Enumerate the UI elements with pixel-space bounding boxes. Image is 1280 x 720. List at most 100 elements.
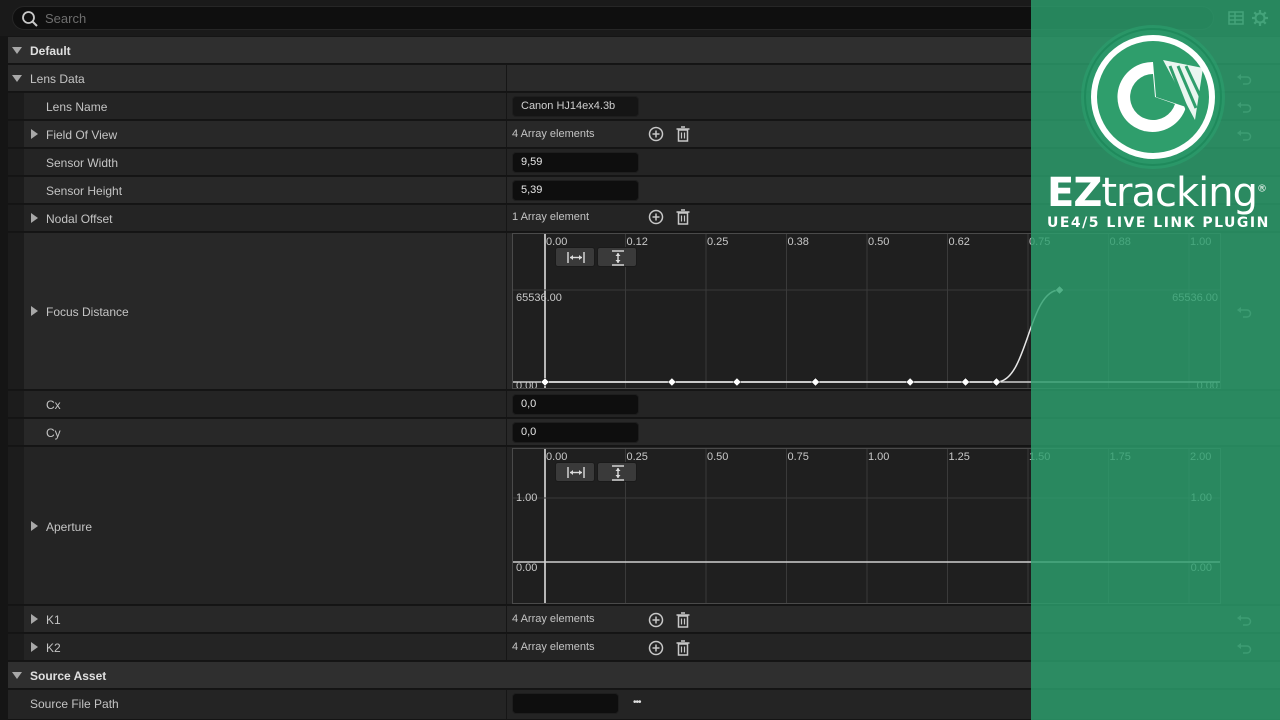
search-input[interactable] [45,9,1145,27]
fit-vertical-icon [612,465,624,481]
column-divider[interactable] [506,177,507,203]
array-count: 1 Array element [512,211,590,223]
curve-line [545,289,1060,383]
expand-arrow-icon[interactable] [31,614,38,624]
expand-arrow-icon[interactable] [31,521,38,531]
column-divider[interactable] [506,391,507,417]
indent-bar [8,233,24,389]
indent-bar [8,93,24,119]
property-label: Cx [46,398,61,412]
indent-bar [8,205,24,231]
property-label: Source File Path [30,697,119,711]
cy-field[interactable]: 0,0 [512,422,639,443]
array-count: 4 Array elements [512,128,595,140]
property-label: Cy [46,426,61,440]
x-tick-label: 0.75 [787,451,809,463]
indent-bar [8,149,24,175]
property-label: Field Of View [46,128,118,142]
property-label: Sensor Width [46,156,119,170]
curve-key[interactable] [905,377,915,387]
expand-arrow-icon[interactable] [31,129,38,139]
expand-arrow-icon[interactable] [31,642,38,652]
sensor-width-field[interactable]: 9,59 [512,152,639,173]
browse-button[interactable]: ••• [633,697,641,708]
brand-wordmark: EZtracking® [1047,170,1267,216]
fit-vertical-button[interactable] [597,247,637,267]
x-tick-label: 0.25 [707,236,729,248]
indent-bar [8,606,24,632]
collapse-arrow-icon[interactable] [12,672,22,679]
array-count: 4 Array elements [512,641,595,653]
ez-tracking-logo-icon [1081,25,1225,169]
curve-key[interactable] [540,377,550,387]
property-label: K1 [46,613,61,627]
category-label: Source Asset [30,669,107,683]
column-divider[interactable] [506,121,507,147]
fit-vertical-button[interactable] [597,462,637,482]
column-divider[interactable] [506,65,507,91]
delete-all-icon[interactable] [674,639,692,657]
brand-bold: EZ [1047,170,1102,216]
lens-name-field[interactable]: Canon HJ14ex4.3b [512,96,639,117]
column-divider[interactable] [506,149,507,175]
sensor-height-field[interactable]: 5,39 [512,180,639,201]
x-tick-label: 0.50 [707,451,729,463]
indent-bar [8,447,24,604]
curve-key[interactable] [992,377,1001,387]
property-label: Nodal Offset [46,212,113,226]
add-element-icon[interactable] [647,611,665,629]
x-tick-label: 1.25 [948,451,970,463]
column-divider[interactable] [506,205,507,231]
cx-field[interactable]: 0,0 [512,394,639,415]
column-divider[interactable] [506,93,507,119]
y-axis-bottom-label: 0.00 [516,380,538,389]
property-label: K2 [46,641,61,655]
curve-key[interactable] [811,377,820,387]
fit-horizontal-button[interactable] [555,462,595,482]
add-element-icon[interactable] [647,208,665,226]
property-label: Aperture [46,520,93,534]
x-tick-label: 0.50 [868,236,890,248]
x-tick-label: 1.00 [868,451,890,463]
column-divider[interactable] [506,233,507,389]
indent-bar [8,121,24,147]
y-axis-bottom-label: 0.00 [516,562,538,574]
collapse-arrow-icon[interactable] [12,47,22,54]
add-element-icon[interactable] [647,639,665,657]
property-label: Lens Name [46,100,108,114]
indent-bar [8,419,24,445]
column-divider[interactable] [506,606,507,632]
delete-all-icon[interactable] [674,611,692,629]
fit-horizontal-icon [567,252,585,263]
curve-key[interactable] [667,377,677,387]
property-label: Focus Distance [46,305,129,319]
array-count: 4 Array elements [512,613,595,625]
indent-bar [8,634,24,660]
add-element-icon[interactable] [647,125,665,143]
indent-bar [8,391,24,417]
fit-horizontal-button[interactable] [555,247,595,267]
expand-arrow-icon[interactable] [31,213,38,223]
column-divider[interactable] [506,634,507,660]
column-divider[interactable] [506,447,507,604]
x-tick-label: 0.38 [787,236,809,248]
delete-all-icon[interactable] [674,208,692,226]
brand-tagline: UE4/5 LIVE LINK PLUGIN [1047,215,1270,231]
category-label: Default [30,44,71,58]
collapse-arrow-icon[interactable] [12,75,22,82]
column-divider[interactable] [506,690,507,719]
y-axis-top-label: 1.00 [516,492,538,504]
expand-arrow-icon[interactable] [31,306,38,316]
search-icon [22,11,38,27]
x-tick-label: 0.62 [948,236,970,248]
brand-rest: tracking [1101,170,1258,216]
property-label: Sensor Height [46,184,123,198]
curve-key[interactable] [961,377,970,387]
fit-horizontal-icon [567,467,585,478]
column-divider[interactable] [506,419,507,445]
delete-all-icon[interactable] [674,125,692,143]
source-file-path-field[interactable] [512,693,619,714]
curve-key[interactable] [732,377,742,387]
indent-bar [8,177,24,203]
registered-mark: ® [1256,183,1267,195]
